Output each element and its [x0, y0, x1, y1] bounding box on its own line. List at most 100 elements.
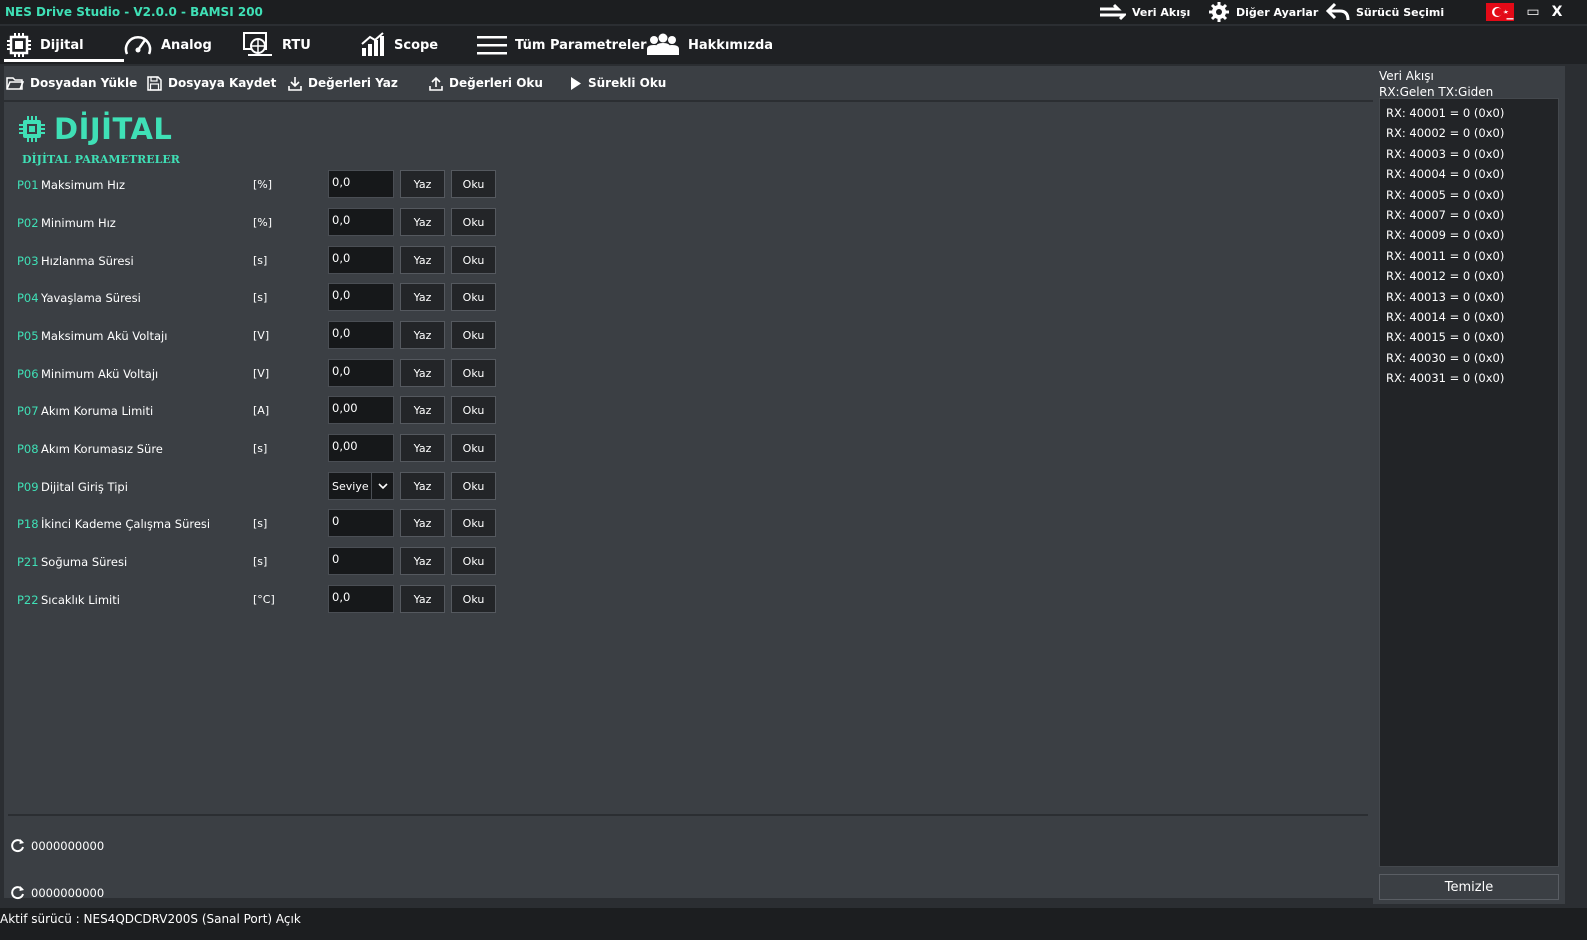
section-title: DİJİTAL PARAMETRELER: [22, 153, 180, 166]
param-unit: [s]: [253, 555, 268, 568]
read-button[interactable]: Oku: [451, 396, 496, 424]
param-value-select[interactable]: Seviye: [328, 472, 394, 500]
read-button[interactable]: Oku: [451, 547, 496, 575]
param-name: Akım Korumasız Süre: [41, 442, 163, 456]
write-button[interactable]: Yaz: [400, 170, 445, 198]
param-unit: [s]: [253, 517, 268, 530]
tab-scope-label: Scope: [394, 37, 439, 53]
select-value: Seviye: [332, 480, 369, 493]
param-value-input[interactable]: 0: [328, 547, 394, 575]
tab-all-parameters[interactable]: Tüm Parametreler: [477, 26, 647, 64]
maximize-button[interactable]: ▭: [1523, 2, 1543, 22]
read-button[interactable]: Oku: [451, 434, 496, 462]
param-code: P03: [17, 254, 39, 268]
tab-about[interactable]: Hakkımızda: [646, 26, 773, 64]
read-button[interactable]: Oku: [451, 359, 496, 387]
param-value-input[interactable]: 0,0: [328, 170, 394, 198]
read-values-button[interactable]: Değerleri Oku: [429, 66, 543, 100]
write-button[interactable]: Yaz: [400, 472, 445, 500]
log-line: RX: 40005 = 0 (0x0): [1386, 187, 1505, 202]
param-unit: [%]: [253, 178, 273, 191]
param-row-p05: P05 Maksimum Akü Voltajı [V] 0,0 Yaz Oku: [17, 321, 517, 351]
other-settings-button[interactable]: Diğer Ayarlar: [1208, 1, 1318, 23]
read-button[interactable]: Oku: [451, 472, 496, 500]
param-code: P18: [17, 517, 39, 531]
tab-analog[interactable]: Analog: [123, 26, 212, 64]
read-button[interactable]: Oku: [451, 283, 496, 311]
write-button[interactable]: Yaz: [400, 283, 445, 311]
param-code: P01: [17, 178, 39, 192]
data-flow-log[interactable]: RX: 40001 = 0 (0x0) RX: 40002 = 0 (0x0) …: [1379, 98, 1559, 867]
log-line: RX: 40001 = 0 (0x0): [1386, 106, 1505, 120]
tab-rtu[interactable]: RTU: [242, 26, 311, 64]
write-button[interactable]: Yaz: [400, 208, 445, 236]
tab-rtu-label: RTU: [282, 37, 311, 53]
upload-icon: [429, 76, 443, 91]
read-button[interactable]: Oku: [451, 509, 496, 537]
bar-chart-icon: [361, 32, 384, 56]
write-button[interactable]: Yaz: [400, 509, 445, 537]
read-button[interactable]: Oku: [451, 585, 496, 613]
read-button[interactable]: Oku: [451, 170, 496, 198]
param-name: İkinci Kademe Çalışma Süresi: [41, 517, 211, 531]
param-unit: [s]: [253, 442, 268, 455]
param-value-input[interactable]: 0,0: [328, 283, 394, 311]
counter-panel: 0000000000 0000000000: [8, 814, 1368, 900]
param-code: P09: [17, 480, 39, 494]
driver-select-button[interactable]: Sürücü Seçimi: [1326, 1, 1444, 23]
param-value-input[interactable]: 0,0: [328, 208, 394, 236]
load-file-button[interactable]: Dosyadan Yükle: [6, 66, 137, 100]
tab-analog-label: Analog: [161, 37, 212, 53]
param-row-p21: P21 Soğuma Süresi [s] 0 Yaz Oku: [17, 547, 517, 577]
back-arrow-icon: [1326, 2, 1350, 21]
network-icon: [243, 32, 272, 56]
param-value-input[interactable]: 0: [328, 509, 394, 537]
write-button[interactable]: Yaz: [400, 359, 445, 387]
param-value-input[interactable]: 0,00: [328, 434, 394, 462]
log-line: RX: 40003 = 0 (0x0): [1386, 146, 1505, 161]
write-values-button[interactable]: Değerleri Yaz: [288, 66, 398, 100]
write-values-label: Değerleri Yaz: [308, 76, 398, 90]
tab-about-label: Hakkımızda: [688, 37, 774, 53]
toolbar: Dosyadan Yükle Dosyaya Kaydet Değerleri …: [4, 66, 1379, 102]
data-flow-button[interactable]: Veri Akışı: [1098, 1, 1190, 23]
save-file-button[interactable]: Dosyaya Kaydet: [147, 66, 276, 100]
tab-scope[interactable]: Scope: [360, 26, 438, 64]
tab-dijital[interactable]: Dijital: [4, 26, 124, 64]
read-button[interactable]: Oku: [451, 321, 496, 349]
main-panel: Dosyadan Yükle Dosyaya Kaydet Değerleri …: [4, 66, 1379, 900]
log-line: RX: 40013 = 0 (0x0): [1386, 289, 1505, 304]
minimize-button[interactable]: _: [1500, 2, 1520, 22]
param-value-input[interactable]: 0,0: [328, 246, 394, 274]
clear-log-button[interactable]: Temizle: [1379, 874, 1559, 900]
read-button[interactable]: Oku: [451, 246, 496, 274]
save-icon: [147, 75, 162, 91]
param-value-input[interactable]: 0,0: [328, 585, 394, 613]
write-button[interactable]: Yaz: [400, 246, 445, 274]
continuous-read-button[interactable]: Sürekli Oku: [570, 66, 666, 100]
log-line: RX: 40031 = 0 (0x0): [1386, 371, 1505, 386]
gauge-icon: [124, 36, 152, 55]
close-button[interactable]: X: [1547, 2, 1567, 22]
write-button[interactable]: Yaz: [400, 547, 445, 575]
log-line: RX: 40002 = 0 (0x0): [1386, 126, 1505, 141]
title-bar: NES Drive Studio - V2.0.0 - BAMSI 200 Ve…: [0, 0, 1587, 24]
param-row-p03: P03 Hızlanma Süresi [s] 0,0 Yaz Oku: [17, 246, 517, 276]
tab-bar: Dijital Analog RTU Scope Tüm Parametrele…: [0, 26, 1587, 64]
read-button[interactable]: Oku: [451, 208, 496, 236]
data-flow-header: Veri Akışı RX:Gelen TX:Giden: [1379, 68, 1493, 100]
write-button[interactable]: Yaz: [400, 585, 445, 613]
write-button[interactable]: Yaz: [400, 434, 445, 462]
param-value-input[interactable]: 0,00: [328, 396, 394, 424]
param-name: Minimum Hız: [41, 216, 116, 230]
log-line: RX: 40030 = 0 (0x0): [1386, 350, 1505, 365]
param-row-p07: P07 Akım Koruma Limiti [A] 0,00 Yaz Oku: [17, 396, 517, 426]
write-button[interactable]: Yaz: [400, 321, 445, 349]
write-button[interactable]: Yaz: [400, 396, 445, 424]
active-driver-status: Aktif sürücü : NES4QDCDRV200S (Sanal Por…: [0, 912, 301, 926]
param-value-input[interactable]: 0,0: [328, 359, 394, 387]
param-unit: [V]: [253, 329, 270, 342]
param-value-input[interactable]: 0,0: [328, 321, 394, 349]
download-icon: [288, 76, 302, 91]
log-line: RX: 40007 = 0 (0x0): [1386, 207, 1505, 222]
